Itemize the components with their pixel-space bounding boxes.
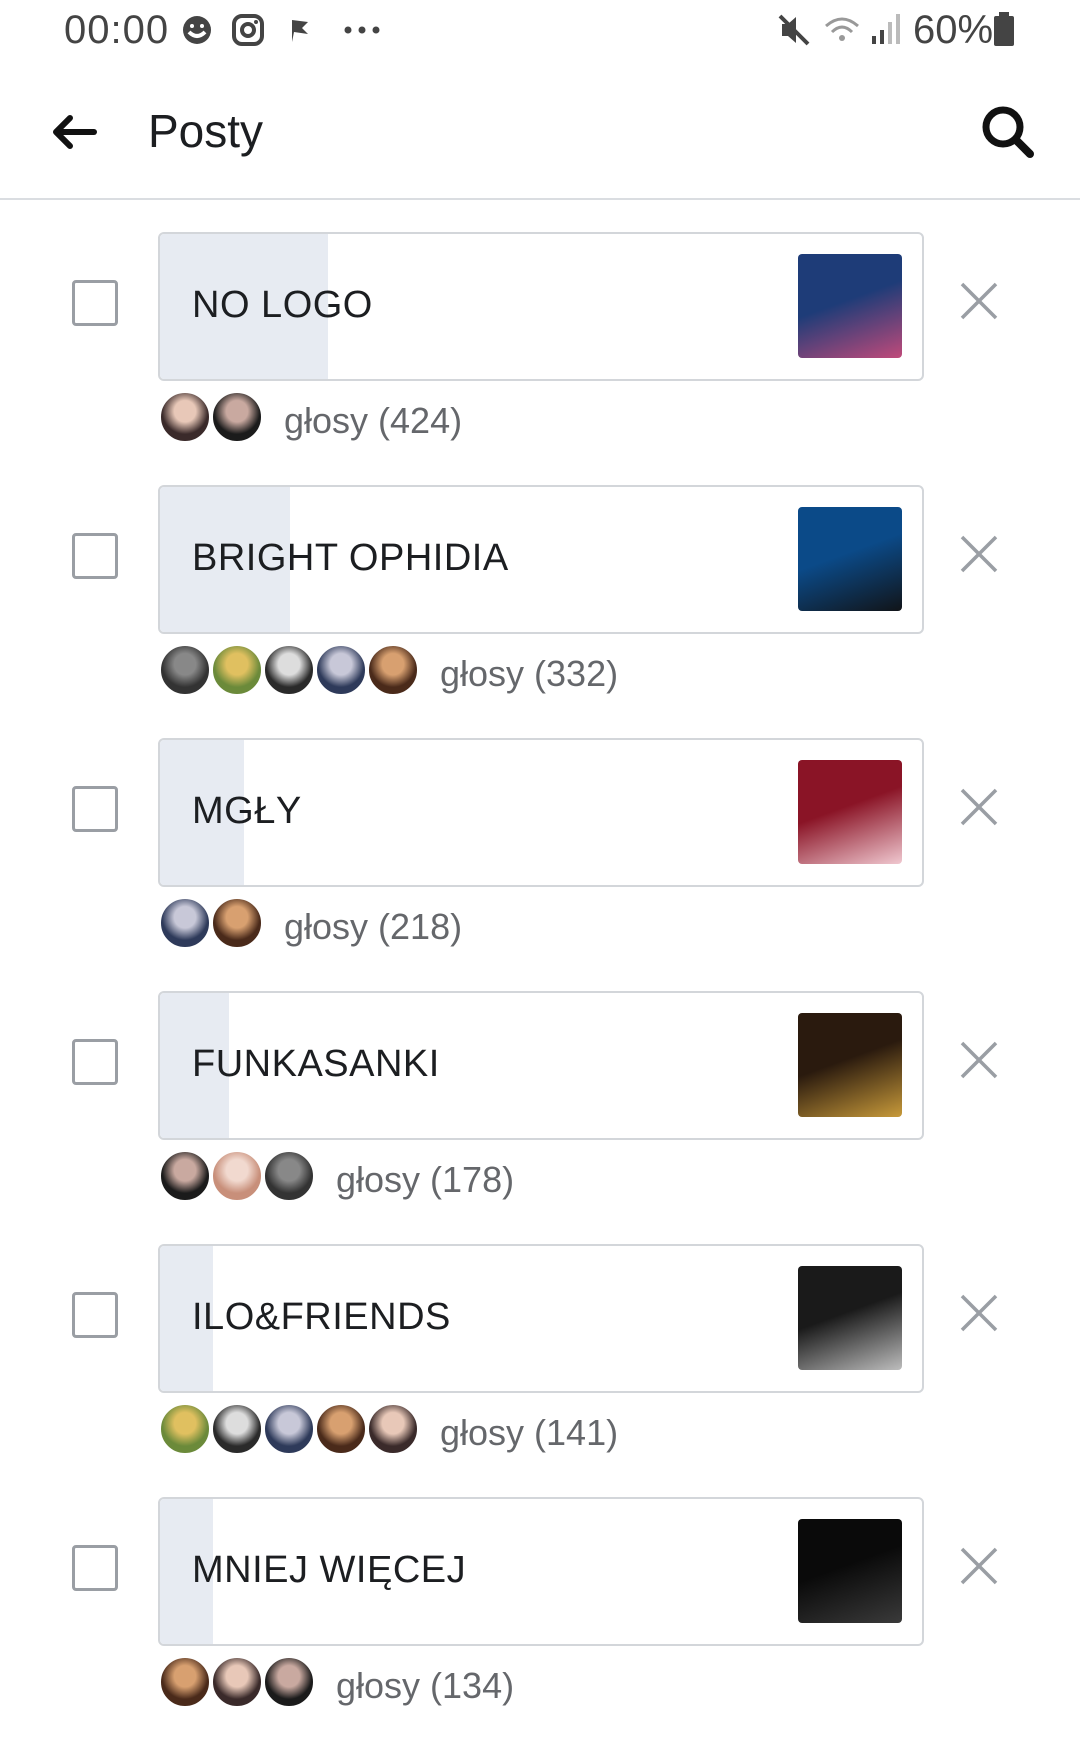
voter-avatar[interactable] — [262, 1149, 316, 1203]
option-card[interactable]: MNIEJ WIĘCEJ — [158, 1497, 924, 1646]
votes-count[interactable]: głosy (332) — [440, 653, 618, 695]
close-icon — [960, 1294, 998, 1332]
option-thumbnail — [798, 1013, 902, 1117]
votes-count[interactable]: głosy (218) — [284, 906, 462, 948]
instagram-icon — [230, 10, 266, 55]
battery-icon — [992, 10, 1016, 55]
close-icon — [960, 282, 998, 320]
poll-option: ILO&FRIENDS głosy (141) — [0, 1244, 1080, 1497]
voter-avatar[interactable] — [210, 1149, 264, 1203]
option-checkbox[interactable] — [72, 280, 118, 326]
voter-avatar[interactable] — [314, 1402, 368, 1456]
voter-avatar[interactable] — [158, 1655, 212, 1709]
status-bar: 00:00 60% — [0, 0, 1080, 64]
option-label: MGŁY — [192, 790, 302, 832]
close-icon — [960, 788, 998, 826]
poll-option: MNIEJ WIĘCEJ głosy (134) — [0, 1497, 1080, 1750]
more-dots-icon — [342, 10, 384, 55]
voter-avatar[interactable] — [262, 1655, 316, 1709]
option-checkbox[interactable] — [72, 786, 118, 832]
votes-count[interactable]: głosy (134) — [336, 1665, 514, 1707]
voter-avatar[interactable] — [210, 390, 264, 444]
messenger-icon — [180, 10, 214, 55]
remove-option-button[interactable] — [958, 786, 1000, 828]
option-thumbnail — [798, 507, 902, 611]
voter-avatar[interactable] — [314, 643, 368, 697]
voter-avatar[interactable] — [210, 643, 264, 697]
close-icon — [960, 535, 998, 573]
remove-option-button[interactable] — [958, 533, 1000, 575]
arrow-left-icon — [53, 115, 97, 149]
poll-option: MGŁY głosy (218) — [0, 738, 1080, 991]
search-button[interactable] — [976, 100, 1040, 164]
option-card[interactable]: NO LOGO — [158, 232, 924, 381]
votes-count[interactable]: głosy (178) — [336, 1159, 514, 1201]
voter-avatar[interactable] — [210, 1655, 264, 1709]
votes-count[interactable]: głosy (424) — [284, 400, 462, 442]
app-bar: Posty — [0, 64, 1080, 200]
voter-avatar[interactable] — [158, 643, 212, 697]
option-thumbnail — [798, 760, 902, 864]
voter-avatar[interactable] — [366, 643, 420, 697]
wifi-icon — [822, 10, 862, 55]
option-checkbox[interactable] — [72, 1039, 118, 1085]
option-checkbox[interactable] — [72, 1545, 118, 1591]
voter-avatar[interactable] — [210, 896, 264, 950]
option-checkbox[interactable] — [72, 1292, 118, 1338]
voter-avatar[interactable] — [158, 896, 212, 950]
option-label: ILO&FRIENDS — [192, 1296, 451, 1338]
voter-avatar[interactable] — [158, 390, 212, 444]
option-label: FUNKASANKI — [192, 1043, 440, 1085]
option-thumbnail — [798, 1519, 902, 1623]
remove-option-button[interactable] — [958, 1292, 1000, 1334]
page-title: Posty — [148, 105, 264, 157]
option-card[interactable]: MGŁY — [158, 738, 924, 887]
voter-avatar[interactable] — [262, 643, 316, 697]
option-thumbnail — [798, 254, 902, 358]
close-icon — [960, 1547, 998, 1585]
option-label: NO LOGO — [192, 284, 373, 326]
voter-avatar[interactable] — [262, 1402, 316, 1456]
status-time: 00:00 — [64, 8, 170, 52]
option-card[interactable]: FUNKASANKI — [158, 991, 924, 1140]
option-card[interactable]: ILO&FRIENDS — [158, 1244, 924, 1393]
poll-option: NO LOGO głosy (424) — [0, 232, 1080, 485]
option-checkbox[interactable] — [72, 533, 118, 579]
signal-icon — [868, 10, 904, 55]
voter-avatar[interactable] — [158, 1402, 212, 1456]
option-label: MNIEJ WIĘCEJ — [192, 1549, 467, 1591]
remove-option-button[interactable] — [958, 1039, 1000, 1081]
mute-icon — [776, 10, 812, 55]
poll-option: BRIGHT OPHIDIA głosy (332) — [0, 485, 1080, 738]
search-icon — [982, 106, 1034, 158]
remove-option-button[interactable] — [958, 1545, 1000, 1587]
flag-icon — [286, 10, 314, 55]
remove-option-button[interactable] — [958, 280, 1000, 322]
votes-count[interactable]: głosy (141) — [440, 1412, 618, 1454]
option-thumbnail — [798, 1266, 902, 1370]
voter-avatar[interactable] — [158, 1149, 212, 1203]
voter-avatar[interactable] — [366, 1402, 420, 1456]
battery-percent: 60% — [913, 8, 994, 52]
close-icon — [960, 1041, 998, 1079]
option-label: BRIGHT OPHIDIA — [192, 537, 509, 579]
back-button[interactable] — [44, 104, 100, 160]
option-card[interactable]: BRIGHT OPHIDIA — [158, 485, 924, 634]
poll-option: FUNKASANKI głosy (178) — [0, 991, 1080, 1244]
voter-avatar[interactable] — [210, 1402, 264, 1456]
